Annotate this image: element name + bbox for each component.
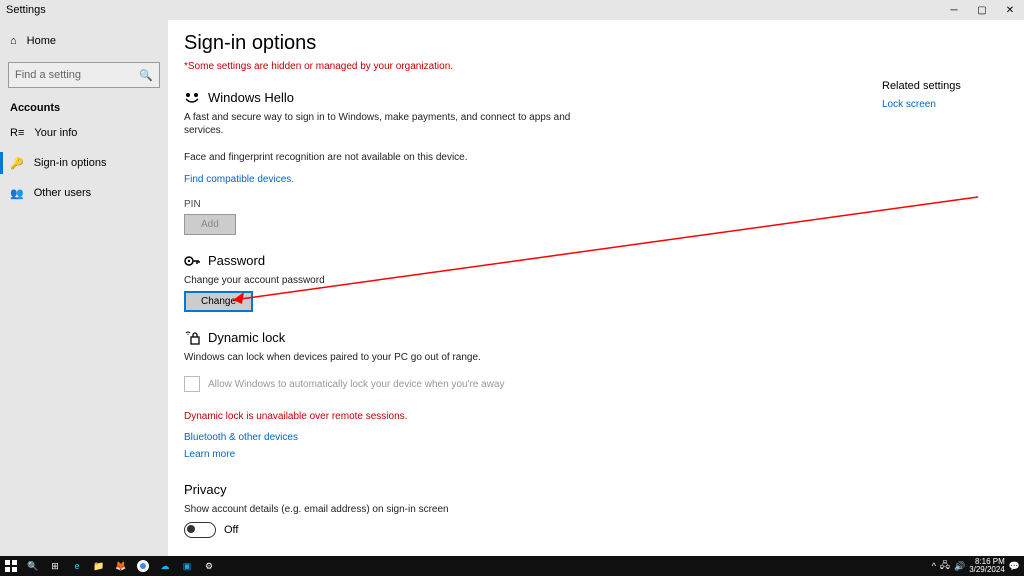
tray-chevron-icon[interactable]: ^ [932, 561, 936, 571]
toggle-label: Off [224, 524, 238, 536]
users-icon: 👥 [10, 187, 24, 200]
clock-date: 3/29/2024 [969, 566, 1005, 574]
clock[interactable]: 8:16 PM 3/29/2024 [969, 558, 1005, 574]
bluetooth-link[interactable]: Bluetooth & other devices [184, 432, 298, 443]
explorer-icon[interactable]: 📁 [88, 556, 110, 576]
hello-icon [184, 91, 200, 105]
minimize-button[interactable]: ─ [940, 0, 968, 20]
privacy-toggle[interactable]: Off [184, 522, 1024, 538]
learn-more-link[interactable]: Learn more [184, 449, 235, 460]
sidebar-item-your-info[interactable]: R≡ Your info [0, 118, 168, 148]
ie-icon[interactable]: e [66, 556, 88, 576]
app-icon-2[interactable]: ▣ [176, 556, 198, 576]
search-task-icon[interactable]: 🔍 [22, 556, 44, 576]
hello-desc: A fast and secure way to sign in to Wind… [184, 111, 604, 137]
checkbox-label: Allow Windows to automatically lock your… [208, 379, 504, 390]
lock-screen-link[interactable]: Lock screen [882, 99, 936, 110]
password-desc: Change your account password [184, 274, 604, 287]
section-title: Dynamic lock [208, 330, 285, 345]
section-title: Password [208, 253, 265, 268]
dynamic-lock-icon [184, 331, 200, 345]
taskbar[interactable]: 🔍 ⊞ e 📁 🦊 ☁ ▣ ⚙ ^ 🖧 🔊 8:16 PM 3/29/2024 … [0, 556, 1024, 576]
privacy-desc: Show account details (e.g. email address… [184, 503, 604, 516]
change-password-button[interactable]: Change [184, 291, 253, 312]
dynlock-desc: Windows can lock when devices paired to … [184, 351, 604, 364]
sidebar-item-signin-options[interactable]: 🔑 Sign-in options [0, 148, 168, 178]
section-privacy: Privacy [184, 482, 1024, 497]
related-header: Related settings [882, 80, 1002, 92]
system-tray[interactable]: ^ 🖧 🔊 8:16 PM 3/29/2024 💬 [932, 558, 1024, 574]
firefox-icon[interactable]: 🦊 [110, 556, 132, 576]
hello-note: Face and fingerprint recognition are not… [184, 151, 604, 164]
window-title: Settings [6, 4, 46, 16]
key-icon [184, 254, 200, 268]
dynlock-error: Dynamic lock is unavailable over remote … [184, 411, 1024, 422]
dynlock-checkbox: Allow Windows to automatically lock your… [184, 376, 504, 392]
app-icon-1[interactable]: ☁ [154, 556, 176, 576]
network-icon[interactable]: 🖧 [940, 558, 950, 574]
annotation-arrow [228, 192, 988, 312]
sidebar: ⌂ Home Find a setting 🔍 Accounts R≡ Your… [0, 20, 168, 556]
window-titlebar: Settings ─ ▢ ✕ [0, 0, 1024, 20]
section-title: Privacy [184, 482, 227, 497]
start-button[interactable] [0, 556, 22, 576]
search-input[interactable]: Find a setting 🔍 [8, 62, 160, 88]
add-pin-button: Add [184, 214, 236, 235]
sidebar-home[interactable]: ⌂ Home [0, 26, 168, 56]
sidebar-home-label: Home [27, 35, 56, 47]
home-icon: ⌂ [10, 35, 17, 47]
settings-task-icon[interactable]: ⚙ [198, 556, 220, 576]
find-devices-link[interactable]: Find compatible devices. [184, 174, 294, 185]
sidebar-item-other-users[interactable]: 👥 Other users [0, 178, 168, 208]
toggle-icon [184, 522, 216, 538]
search-icon: 🔍 [139, 69, 153, 82]
sidebar-item-label: Other users [34, 187, 91, 199]
checkbox-icon [184, 376, 200, 392]
notifications-icon[interactable]: 💬 [1009, 561, 1020, 572]
close-button[interactable]: ✕ [996, 0, 1024, 20]
sound-icon[interactable]: 🔊 [954, 561, 965, 572]
search-placeholder: Find a setting [15, 69, 81, 81]
org-warning: *Some settings are hidden or managed by … [184, 61, 1024, 72]
chrome-icon[interactable] [132, 556, 154, 576]
section-title: Windows Hello [208, 90, 294, 105]
taskview-icon[interactable]: ⊞ [44, 556, 66, 576]
sidebar-item-label: Your info [34, 127, 77, 139]
key-icon: 🔑 [10, 157, 24, 170]
sidebar-header: Accounts [0, 94, 168, 118]
section-dynamic-lock: Dynamic lock [184, 330, 1024, 345]
person-icon: R≡ [10, 127, 24, 139]
sidebar-item-label: Sign-in options [34, 157, 107, 169]
main-content: Sign-in options *Some settings are hidde… [168, 20, 1024, 556]
page-title: Sign-in options [184, 32, 1024, 55]
maximize-button[interactable]: ▢ [968, 0, 996, 20]
related-settings: Related settings Lock screen [882, 80, 1002, 110]
section-password: Password [184, 253, 1024, 268]
pin-label: PIN [184, 199, 1024, 210]
